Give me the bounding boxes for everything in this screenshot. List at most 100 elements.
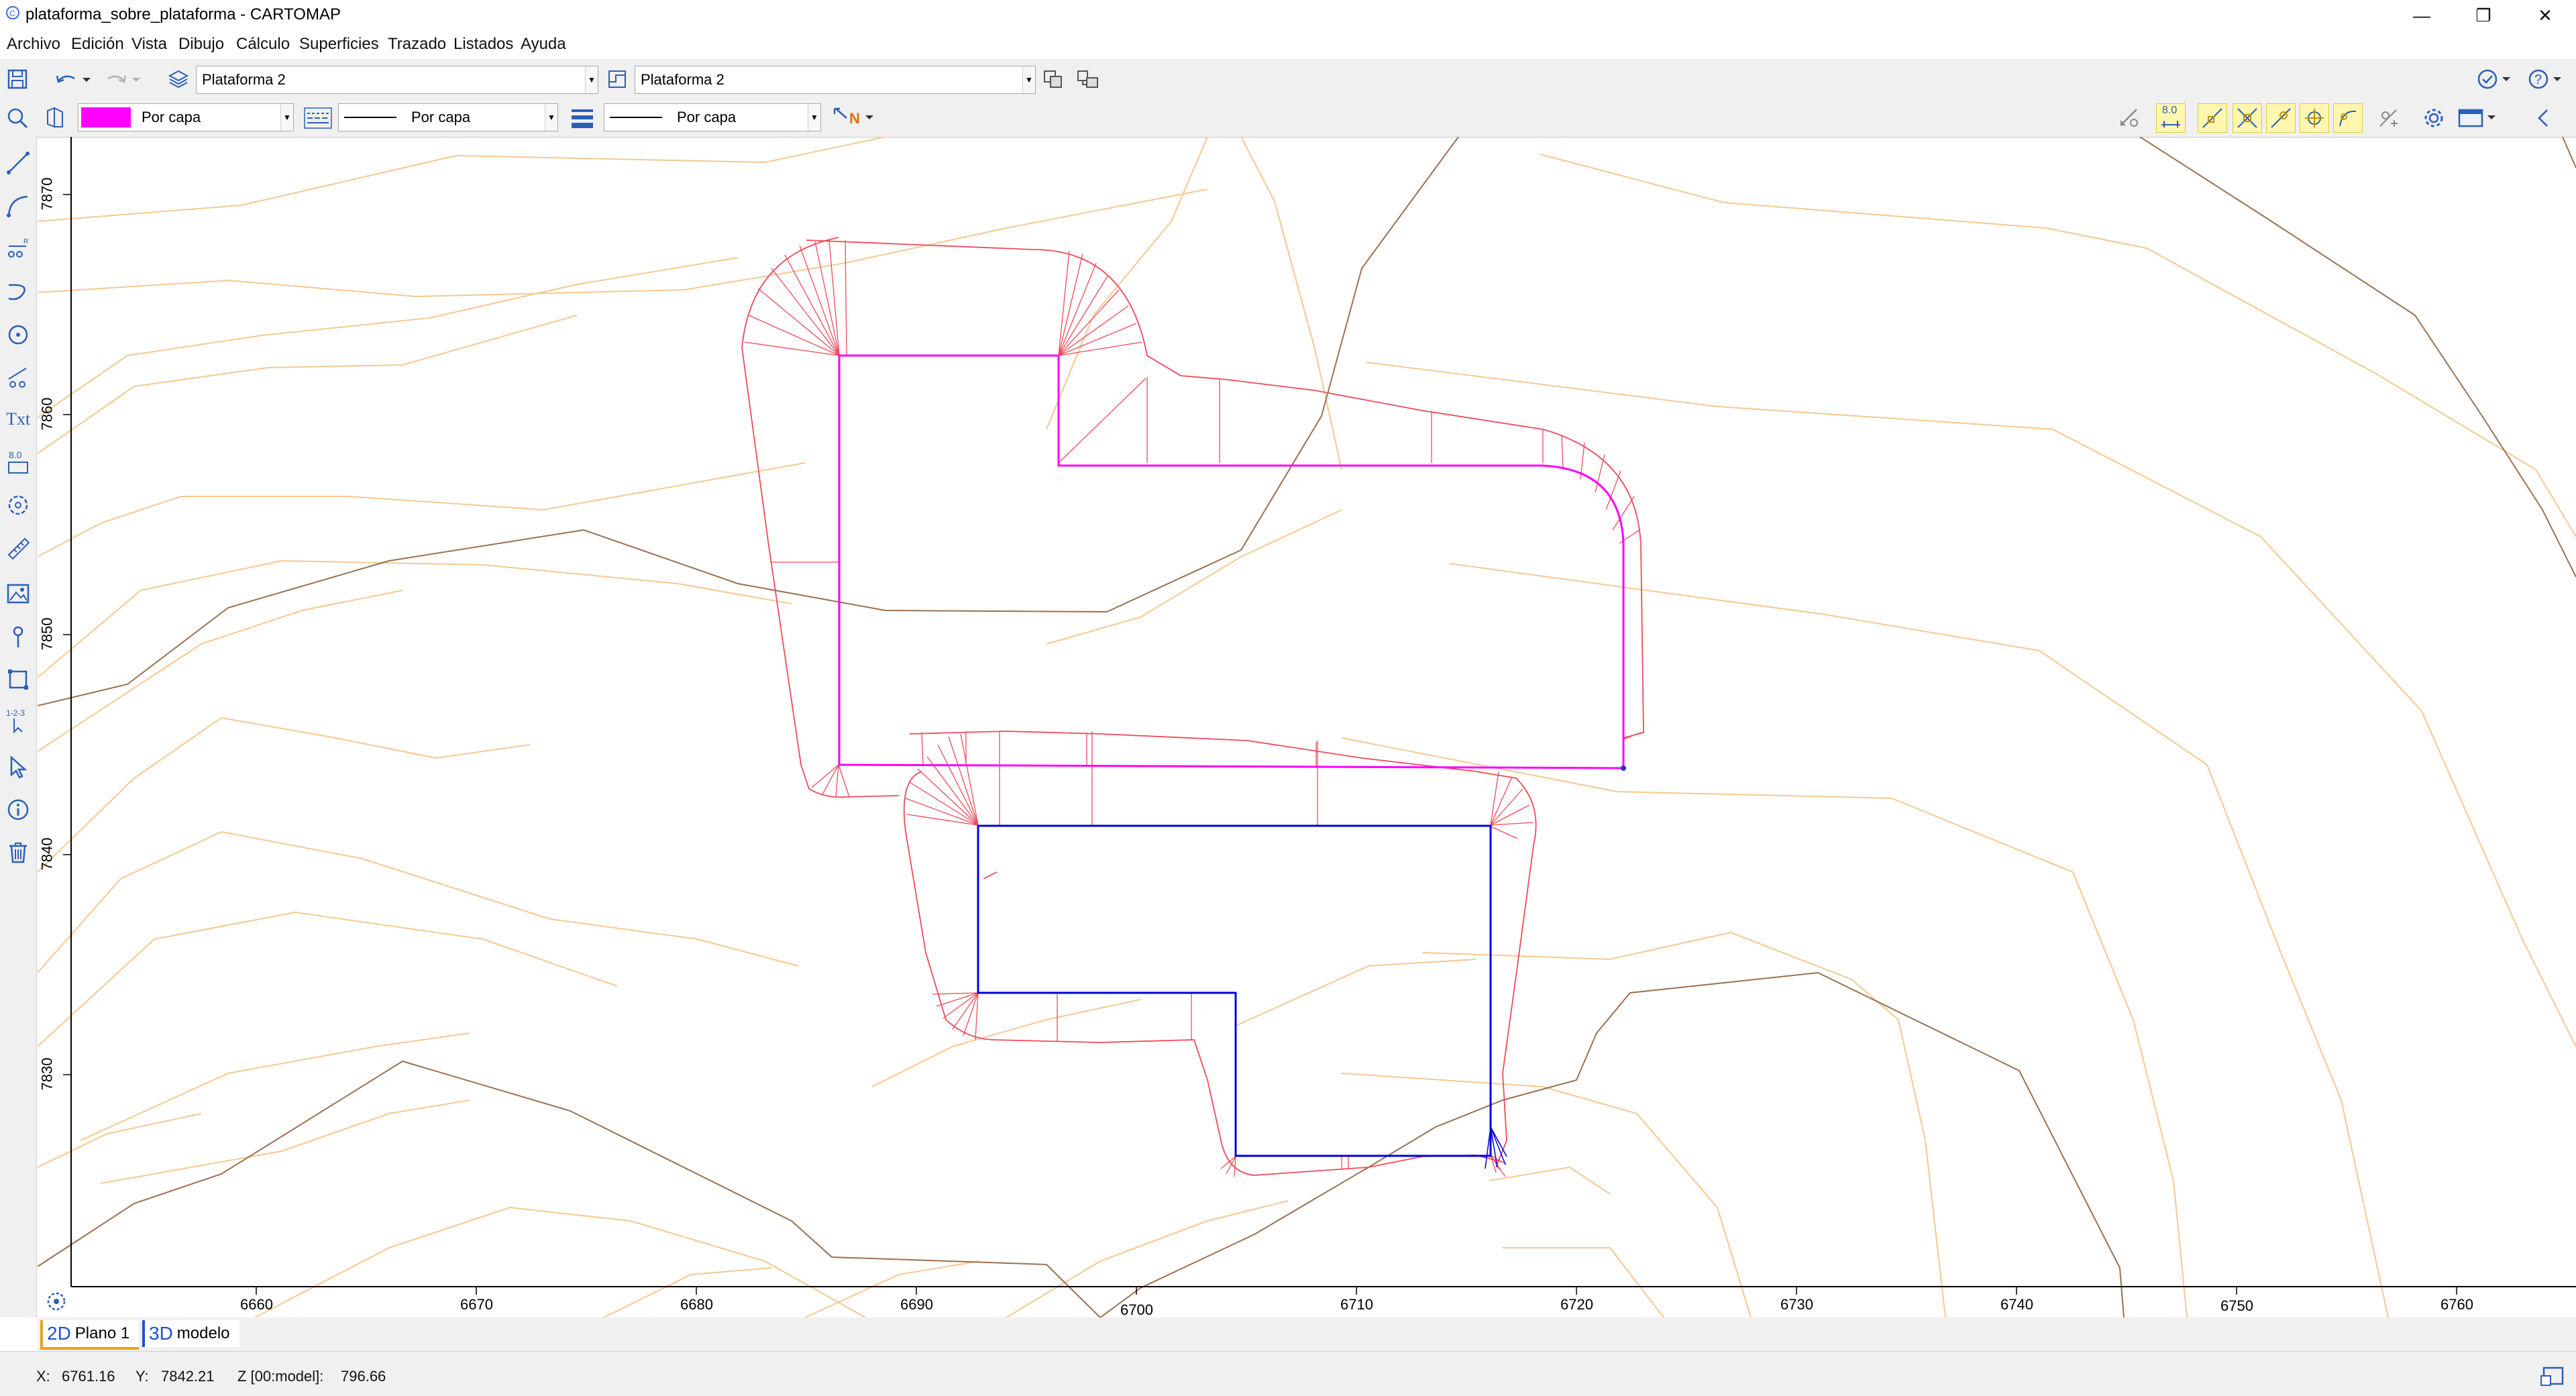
linetype-combo[interactable]: Por capa ▼ (338, 103, 558, 131)
platform-icon[interactable] (602, 64, 632, 94)
lineweight-combo[interactable]: Por capa ▼ (604, 103, 821, 131)
snap-tangent-icon[interactable] (2333, 103, 2363, 133)
color-combo[interactable]: Por capa ▼ (78, 103, 294, 131)
snap-endpoint-icon[interactable] (2198, 103, 2227, 133)
x-tick-label: 6660 (240, 1296, 273, 1313)
arc-icon[interactable] (3, 189, 34, 223)
contour-lines-dark (37, 136, 2576, 1319)
numbering-icon[interactable]: 1-2-3 (3, 704, 34, 738)
undo-button[interactable] (50, 64, 97, 94)
north-arrow-button[interactable]: N (830, 103, 877, 133)
snap-nearest-icon[interactable] (2266, 103, 2296, 133)
platform-combo[interactable]: Plataforma 2 ▼ (635, 66, 1036, 94)
lineweight-combo-value: Por capa (677, 109, 737, 125)
svg-text:?: ? (2534, 72, 2542, 87)
snap-elevation-icon[interactable]: 8.0 (2156, 103, 2186, 133)
chevron-down-icon[interactable]: ▼ (545, 104, 557, 131)
menu-archivo[interactable]: Archivo (7, 35, 60, 54)
maximize-button[interactable]: ❐ (2453, 0, 2514, 31)
check-icon[interactable] (2474, 64, 2517, 94)
axes-settings-icon[interactable] (47, 1292, 66, 1311)
x-coord-value: 6761.16 (62, 1368, 115, 1385)
area-icon[interactable] (3, 663, 34, 696)
help-icon[interactable]: ? (2525, 64, 2568, 94)
close-button[interactable]: ✕ (2514, 0, 2576, 31)
linetype-sample (344, 117, 396, 118)
z-coord-value: 796.66 (341, 1368, 386, 1385)
drawing-canvas[interactable]: 6660 6670 6680 6690 6700 6710 6720 6730 … (37, 136, 2576, 1319)
layers-icon[interactable] (164, 64, 193, 94)
gear-icon[interactable] (2419, 103, 2449, 133)
menu-vista[interactable]: Vista (131, 35, 167, 54)
platform-1-vertex[interactable] (1621, 765, 1626, 771)
lineweight-icon[interactable] (568, 103, 597, 133)
linetype-icon[interactable] (303, 103, 333, 133)
axes (70, 137, 2576, 1287)
tab-label: modelo (176, 1324, 230, 1342)
x-coord-label: X: (36, 1368, 50, 1385)
polyline-icon[interactable] (3, 275, 34, 309)
menu-bar: Archivo Edición Vista Dibujo Cálculo Sup… (0, 31, 2576, 59)
point-icon[interactable] (3, 620, 34, 653)
polygon-icon[interactable] (3, 488, 34, 522)
copy-platform-icon[interactable] (1040, 64, 1069, 94)
status-panel-icon[interactable] (2538, 1362, 2565, 1389)
y-coord-value: 7842.21 (161, 1368, 215, 1385)
menu-trazado[interactable]: Trazado (388, 35, 446, 54)
delete-icon[interactable] (3, 836, 34, 869)
chevron-left-icon[interactable] (2529, 103, 2559, 133)
menu-listados[interactable]: Listados (453, 35, 513, 54)
image-icon[interactable] (3, 577, 34, 610)
redo-button[interactable] (99, 64, 146, 94)
snap-value-label: 8.0 (2162, 105, 2178, 116)
snap-intersection-icon[interactable] (2233, 103, 2262, 133)
layer-combo[interactable]: Plataforma 2 ▼ (196, 66, 598, 94)
text-icon[interactable]: Txt (3, 402, 34, 436)
menu-superficies[interactable]: Superficies (299, 35, 379, 54)
menu-calculo[interactable]: Cálculo (236, 35, 290, 54)
move-platform-icon[interactable] (1073, 64, 1103, 94)
tab-2d-prefix: 2D (47, 1323, 71, 1344)
y-coord-label: Y: (136, 1368, 149, 1385)
chevron-down-icon[interactable]: ▼ (808, 104, 820, 131)
properties-toolbar: Por capa ▼ Por capa ▼ Por capa ▼ N 8.0 (0, 99, 2576, 138)
spline-icon[interactable]: R (3, 232, 34, 266)
layer-visibility-icon[interactable] (40, 103, 70, 133)
view-tabs: 2D Plano 1 3D modelo (38, 1318, 2576, 1351)
platform-2-outline[interactable] (977, 824, 1492, 1157)
snap-settings-icon[interactable] (2373, 103, 2403, 133)
line-icon[interactable] (3, 146, 34, 180)
contour-lines-light (37, 136, 2576, 1318)
color-combo-value: Por capa (142, 109, 201, 125)
x-tick-label: 6730 (1780, 1296, 1813, 1313)
x-tick-label: 6690 (900, 1296, 933, 1313)
save-icon[interactable] (3, 64, 32, 94)
zoom-icon[interactable] (3, 103, 32, 133)
x-tick-label: 6700 (1120, 1301, 1153, 1318)
platform-combo-value: Plataforma 2 (641, 71, 724, 88)
linetype-combo-value: Por capa (411, 109, 471, 125)
platform-1-outline[interactable] (838, 354, 1625, 769)
x-tick-label: 6760 (2440, 1296, 2473, 1313)
elevation-icon[interactable]: 8.0 (3, 445, 34, 479)
measure-icon[interactable] (3, 531, 34, 565)
chevron-down-icon[interactable]: ▼ (1022, 66, 1035, 93)
viewport-layout-button[interactable] (2455, 103, 2502, 133)
points-line-icon[interactable] (3, 361, 34, 394)
tab-plano-1[interactable]: 2D Plano 1 (40, 1320, 140, 1350)
circle-icon[interactable] (3, 318, 34, 352)
snap-center-icon[interactable] (2300, 103, 2329, 133)
edit-snap-icon[interactable] (2114, 103, 2144, 133)
select-icon[interactable] (3, 750, 34, 784)
x-tick-label: 6740 (2000, 1296, 2033, 1313)
menu-ayuda[interactable]: Ayuda (521, 35, 566, 54)
z-coord-label: Z [00:model]: (237, 1368, 324, 1385)
slope-outline (741, 237, 1644, 1176)
menu-edicion[interactable]: Edición (71, 35, 124, 54)
info-icon[interactable] (3, 793, 34, 826)
minimize-button[interactable]: — (2391, 0, 2453, 31)
chevron-down-icon[interactable]: ▼ (585, 66, 598, 93)
menu-dibujo[interactable]: Dibujo (178, 35, 224, 54)
tab-modelo[interactable]: 3D modelo (142, 1320, 239, 1347)
chevron-down-icon[interactable]: ▼ (280, 104, 293, 131)
